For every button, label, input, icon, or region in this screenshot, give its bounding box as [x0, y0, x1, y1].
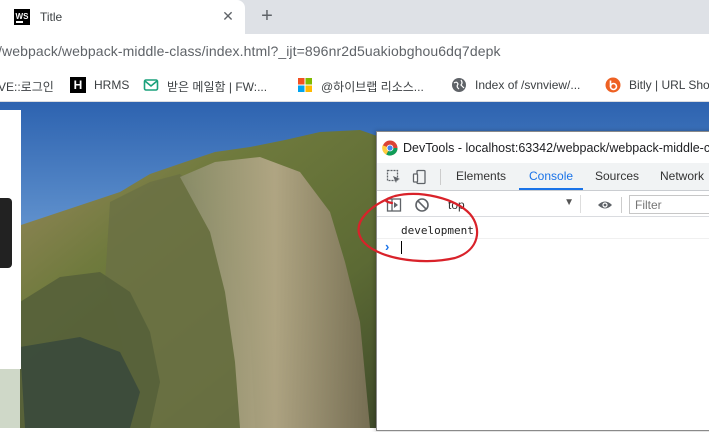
- tab-sources[interactable]: Sources: [595, 163, 639, 190]
- browser-tab[interactable]: WS Title ✕: [0, 0, 245, 34]
- address-bar[interactable]: /webpack/webpack-middle-class/index.html…: [0, 43, 501, 59]
- sidebar-toggle-icon[interactable]: [386, 197, 402, 213]
- tab-close-icon[interactable]: ✕: [220, 8, 236, 24]
- context-label: top: [448, 198, 465, 212]
- context-selector[interactable]: top ▼: [443, 195, 581, 213]
- tab-title: Title: [40, 10, 63, 24]
- bookmark-label: VE::로그인: [0, 80, 54, 94]
- toolbar-divider: [621, 197, 622, 213]
- page-dark-element: [0, 198, 12, 268]
- tab-elements[interactable]: Elements: [456, 163, 506, 190]
- filter-input[interactable]: [629, 195, 709, 214]
- bookmark-label: @하이브랩 리소스...: [321, 80, 424, 94]
- chrome-icon: [382, 140, 398, 156]
- windows-grid-icon: [298, 78, 312, 92]
- log-message: development: [401, 224, 474, 237]
- device-toolbar-icon[interactable]: [412, 169, 428, 185]
- bookmark-label: HRMS: [94, 78, 130, 92]
- console-output[interactable]: development ›: [377, 218, 709, 432]
- toolbar-divider: [440, 169, 441, 185]
- devtools-titlebar[interactable]: DevTools - localhost:63342/webpack/webpa…: [377, 132, 709, 162]
- globe-icon: [452, 78, 466, 92]
- bitly-icon: [605, 77, 621, 93]
- bookmark-label: Index of /svnview/...: [475, 78, 581, 92]
- tab-network[interactable]: Network: [660, 163, 704, 190]
- clear-console-icon[interactable]: [414, 197, 430, 213]
- bookmark-label: Bitly | URL Sho: [629, 78, 709, 92]
- live-expression-eye-icon[interactable]: [597, 197, 613, 213]
- mail-icon: [143, 79, 159, 91]
- dropdown-arrow-icon: ▼: [564, 197, 574, 208]
- devtools-title: DevTools - localhost:63342/webpack/webpa…: [403, 141, 709, 155]
- bookmarks-bar: VE::로그인 H HRMS 받은 메일함 | FW:... @하이브랩 리소스…: [0, 68, 709, 102]
- h-icon: H: [70, 77, 86, 93]
- inspect-element-icon[interactable]: [386, 169, 402, 185]
- tab-strip: WS Title ✕ +: [0, 0, 709, 34]
- tab-console[interactable]: Console: [519, 163, 584, 190]
- webstorm-favicon-icon: WS: [14, 9, 30, 25]
- console-toolbar: top ▼: [377, 192, 709, 217]
- prompt-chevron-icon: ›: [385, 239, 390, 254]
- console-prompt[interactable]: ›: [377, 239, 709, 257]
- devtools-tabbar: Elements Console Sources Network: [377, 163, 709, 191]
- bookmark-label: 받은 메일함 | FW:...: [167, 80, 268, 94]
- devtools-window: DevTools - localhost:63342/webpack/webpa…: [376, 131, 709, 431]
- new-tab-button[interactable]: +: [256, 5, 278, 27]
- text-caret: [401, 241, 402, 254]
- console-log-line: development: [377, 221, 709, 239]
- address-toolbar: /webpack/webpack-middle-class/index.html…: [0, 34, 709, 68]
